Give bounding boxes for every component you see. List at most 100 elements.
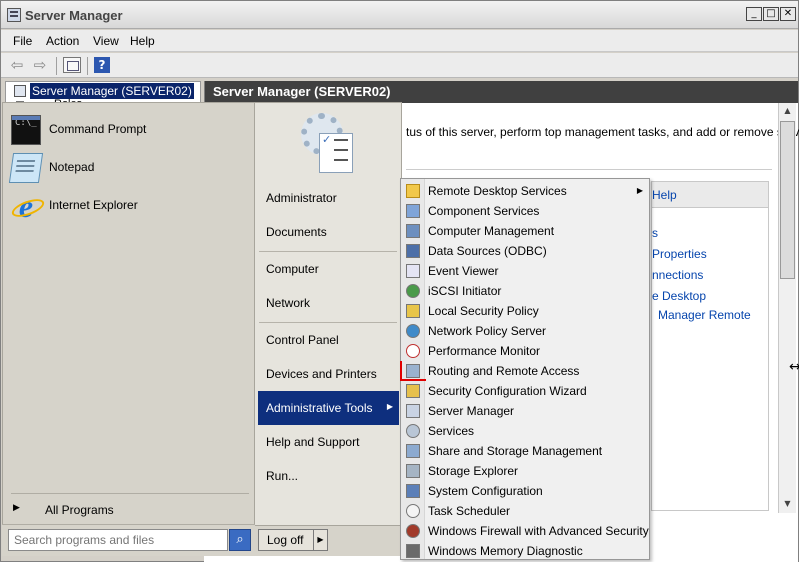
server-manager-icon: [14, 85, 26, 97]
content-description: tus of this server, perform top manageme…: [406, 125, 799, 139]
menu-item-network[interactable]: Network: [258, 286, 399, 320]
submenu-item-label: iSCSI Initiator: [428, 284, 502, 298]
menu-item-run[interactable]: Run...: [258, 459, 399, 493]
vertical-scrollbar[interactable]: ▲ ▼: [778, 103, 796, 513]
server-manager-remote-link[interactable]: Manager Remote: [658, 308, 751, 322]
connections-link[interactable]: nnections: [652, 268, 703, 282]
restore-button[interactable]: □: [763, 7, 779, 21]
submenu-item-component-services[interactable]: Component Services: [401, 201, 649, 221]
security-policy-icon: [406, 304, 420, 318]
share-storage-icon: [406, 444, 420, 458]
submenu-item-label: Server Manager: [428, 404, 515, 418]
submenu-item-label: Computer Management: [428, 224, 555, 238]
task-scheduler-icon: [406, 504, 420, 518]
remote-desktop-link[interactable]: e Desktop: [652, 289, 706, 303]
resize-cursor-icon: ↔: [789, 359, 799, 375]
minimize-button[interactable]: _: [746, 7, 762, 21]
panel-link[interactable]: s: [652, 226, 658, 240]
menu-item-help-and-support[interactable]: Help and Support: [258, 425, 399, 459]
submenu-item-data-sources-odbc[interactable]: Data Sources (ODBC): [401, 241, 649, 261]
log-off-button[interactable]: Log off: [258, 529, 314, 551]
submenu-item-label: System Configuration: [428, 484, 543, 498]
scroll-down-icon[interactable]: ▼: [779, 496, 796, 512]
submenu-item-system-configuration[interactable]: System Configuration: [401, 481, 649, 501]
submenu-item-remote-desktop-services[interactable]: Remote Desktop Services ▶: [401, 181, 649, 201]
menu-view[interactable]: View: [93, 34, 119, 48]
firewall-icon: [406, 524, 420, 538]
menu-item-devices-and-printers[interactable]: Devices and Printers: [258, 357, 399, 391]
submenu-item-label: Windows Memory Diagnostic: [428, 544, 583, 558]
checklist-icon: [319, 133, 353, 173]
menu-help[interactable]: Help: [130, 34, 155, 48]
highlight-mark: [400, 361, 426, 381]
tree-item-server-manager[interactable]: Server Manager (SERVER02): [30, 83, 194, 99]
submenu-item-label: Local Security Policy: [428, 304, 539, 318]
submenu-item-local-security-policy[interactable]: Local Security Policy: [401, 301, 649, 321]
pinned-internet-explorer[interactable]: e Internet Explorer: [9, 189, 249, 223]
scroll-thumb[interactable]: [780, 121, 795, 279]
start-menu-places: Administrator Documents Computer Network…: [255, 102, 402, 526]
submenu-item-routing-and-remote-access[interactable]: Routing and Remote Access: [401, 361, 649, 381]
menu-action[interactable]: Action: [46, 34, 79, 48]
submenu-item-label: Event Viewer: [428, 264, 499, 278]
pinned-notepad[interactable]: Notepad: [8, 151, 249, 185]
submenu-item-iscsi-initiator[interactable]: iSCSI Initiator: [401, 281, 649, 301]
network-policy-icon: [406, 324, 420, 338]
pinned-label: Internet Explorer: [49, 198, 138, 212]
submenu-item-server-manager[interactable]: Server Manager: [401, 401, 649, 421]
pinned-label: Command Prompt: [49, 122, 147, 136]
submenu-item-label: Storage Explorer: [428, 464, 519, 478]
submenu-item-network-policy-server[interactable]: Network Policy Server: [401, 321, 649, 341]
pinned-label: Notepad: [49, 160, 95, 174]
submenu-item-security-configuration-wizard[interactable]: Security Configuration Wizard: [401, 381, 649, 401]
chevron-right-icon: ▶: [636, 186, 643, 195]
all-programs-button[interactable]: ▶ All Programs: [9, 499, 249, 523]
internet-explorer-icon: e: [11, 190, 41, 222]
menu-file[interactable]: File: [13, 34, 32, 48]
window-title: Server Manager: [25, 8, 123, 23]
help-link[interactable]: Help: [652, 188, 677, 202]
submenu-item-share-and-storage-management[interactable]: Share and Storage Management: [401, 441, 649, 461]
forward-arrow-icon[interactable]: ⇨: [30, 56, 50, 74]
title-bar[interactable]: Server Manager _ □ ✕: [1, 1, 798, 29]
properties-link[interactable]: Properties: [652, 247, 707, 261]
system-configuration-icon: [406, 484, 420, 498]
help-icon[interactable]: ?: [94, 57, 110, 73]
event-viewer-icon: [406, 264, 420, 278]
command-prompt-icon: [11, 115, 41, 145]
scroll-up-icon[interactable]: ▲: [779, 103, 796, 119]
submenu-item-storage-explorer[interactable]: Storage Explorer: [401, 461, 649, 481]
submenu-item-performance-monitor[interactable]: Performance Monitor: [401, 341, 649, 361]
back-arrow-icon[interactable]: ⇦: [7, 56, 27, 74]
administrative-tools-icon: [299, 111, 357, 175]
submenu-item-computer-management[interactable]: Computer Management: [401, 221, 649, 241]
performance-monitor-icon: [406, 344, 420, 358]
submenu-item-windows-firewall[interactable]: Windows Firewall with Advanced Security: [401, 521, 649, 541]
start-menu-programs: Command Prompt Notepad e Internet Explor…: [2, 102, 255, 526]
close-button[interactable]: ✕: [780, 7, 796, 21]
search-input[interactable]: [8, 529, 228, 551]
pinned-command-prompt[interactable]: Command Prompt: [9, 113, 249, 147]
menu-item-control-panel[interactable]: Control Panel: [258, 323, 399, 357]
submenu-item-label: Data Sources (ODBC): [428, 244, 547, 258]
menu-item-documents[interactable]: Documents: [258, 215, 399, 249]
menu-item-administrator[interactable]: Administrator: [258, 181, 399, 215]
menu-bar: File Action View Help: [1, 30, 798, 52]
menu-item-label: Administrative Tools: [266, 401, 373, 415]
chevron-right-icon: ▶: [386, 402, 393, 411]
submenu-item-label: Security Configuration Wizard: [428, 384, 587, 398]
submenu-item-task-scheduler[interactable]: Task Scheduler: [401, 501, 649, 521]
content-divider: [406, 169, 772, 170]
submenu-item-label: Windows Firewall with Advanced Security: [428, 524, 649, 538]
show-hide-console-tree-icon[interactable]: [63, 57, 81, 73]
menu-item-computer[interactable]: Computer: [258, 252, 399, 286]
submenu-item-services[interactable]: Services: [401, 421, 649, 441]
storage-explorer-icon: [406, 464, 420, 478]
submenu-item-event-viewer[interactable]: Event Viewer: [401, 261, 649, 281]
submenu-item-windows-memory-diagnostic[interactable]: Windows Memory Diagnostic: [401, 541, 649, 561]
shutdown-options-arrow-icon[interactable]: ▶: [314, 529, 328, 551]
content-header: Server Manager (SERVER02): [204, 81, 798, 103]
search-icon[interactable]: ⌕: [229, 529, 251, 551]
submenu-item-label: Services: [428, 424, 475, 438]
menu-item-administrative-tools[interactable]: Administrative Tools ▶: [258, 391, 399, 425]
